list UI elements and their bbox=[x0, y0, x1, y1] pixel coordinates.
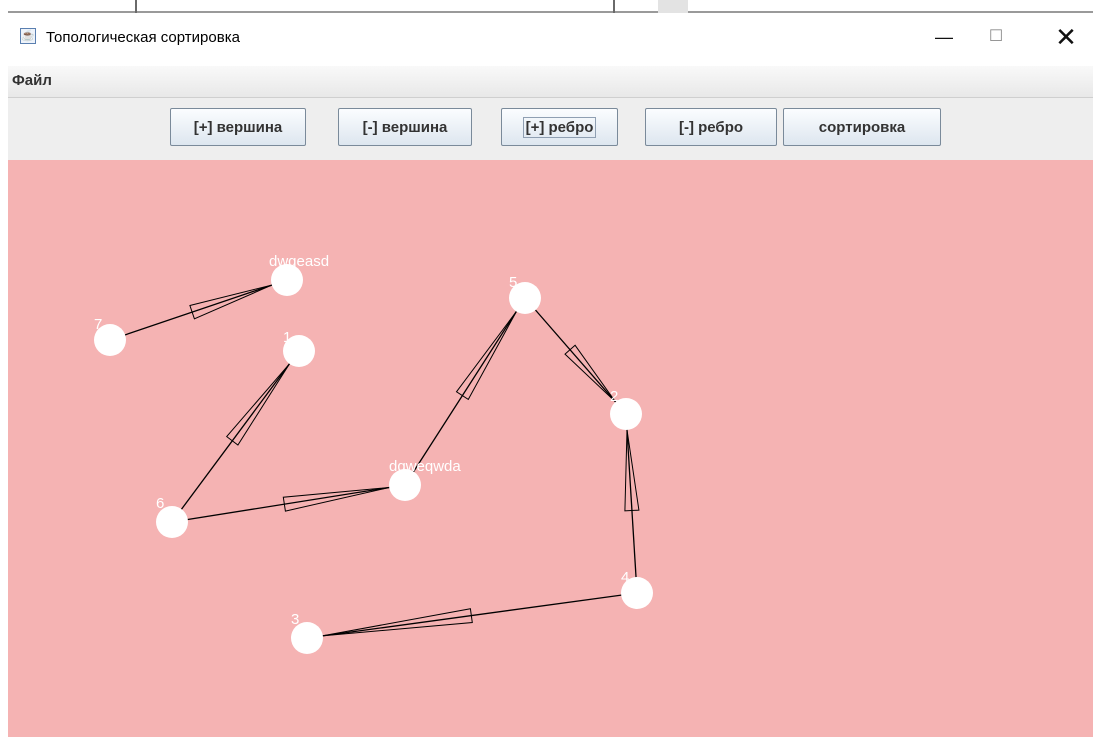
background-tick bbox=[135, 0, 137, 13]
remove-vertex-label: [-] вершина bbox=[362, 118, 448, 136]
vertex-label-6: 6 bbox=[156, 495, 164, 512]
close-button[interactable]: ✕ bbox=[1043, 20, 1089, 54]
remove-edge-button[interactable]: [-] ребро bbox=[645, 108, 777, 146]
vertex-label-7: 7 bbox=[94, 316, 102, 333]
remove-vertex-button[interactable]: [-] вершина bbox=[338, 108, 472, 146]
add-vertex-button[interactable]: [+] вершина bbox=[170, 108, 306, 146]
vertex-label-1: 1 bbox=[283, 329, 291, 346]
minimize-button[interactable]: — bbox=[921, 20, 967, 54]
edge-arrowhead bbox=[189, 284, 272, 320]
graph-canvas[interactable]: dwqeasd 7 1 5 2 dqweqwda 6 4 3 bbox=[8, 160, 1093, 737]
edge-4-2[interactable] bbox=[625, 413, 638, 594]
edge-arrowhead bbox=[624, 429, 640, 512]
vertex-label-dqweqwda: dqweqwda bbox=[389, 458, 461, 475]
background-block bbox=[658, 0, 688, 13]
maximize-button[interactable]: ☐ bbox=[973, 20, 1019, 54]
background-tick bbox=[613, 0, 615, 13]
edge-6-1[interactable] bbox=[171, 350, 300, 523]
remove-edge-label: [-] ребро bbox=[678, 118, 744, 136]
add-edge-button[interactable]: [+] ребро bbox=[501, 108, 618, 146]
edge-4-3[interactable] bbox=[306, 592, 638, 639]
edge-dqweqwda-5[interactable] bbox=[404, 297, 526, 486]
vertex-label-2: 2 bbox=[610, 388, 618, 405]
menu-bar: Файл bbox=[8, 66, 1093, 98]
toolbar: [+] вершина [-] вершина [+] ребро [-] ре… bbox=[8, 98, 1093, 160]
background-strip bbox=[0, 0, 1093, 14]
java-app-icon: ☕ bbox=[20, 28, 36, 44]
vertex-label-3: 3 bbox=[291, 611, 299, 628]
background-divider bbox=[8, 11, 1093, 13]
edge-arrowhead bbox=[322, 608, 473, 637]
edge-arrowhead bbox=[282, 487, 390, 512]
add-vertex-label: [+] вершина bbox=[193, 118, 283, 136]
window-title: Топологическая сортировка bbox=[46, 29, 240, 46]
edge-6-dqweqwda[interactable] bbox=[171, 484, 406, 523]
add-edge-label: [+] ребро bbox=[522, 116, 597, 138]
menu-file[interactable]: Файл bbox=[12, 72, 52, 89]
title-bar: ☕ Топологическая сортировка — ☐ ✕ bbox=[8, 14, 1093, 66]
sort-label: сортировка bbox=[818, 118, 906, 136]
vertex-label-5: 5 bbox=[509, 274, 517, 291]
vertex-label-dwqeasd: dwqeasd bbox=[269, 253, 329, 270]
graph-drawing[interactable]: dwqeasd 7 1 5 2 dqweqwda 6 4 3 bbox=[8, 160, 1093, 737]
vertex-label-4: 4 bbox=[621, 569, 629, 586]
sort-button[interactable]: сортировка bbox=[783, 108, 941, 146]
edge-7-dwqeasd[interactable] bbox=[109, 279, 288, 341]
